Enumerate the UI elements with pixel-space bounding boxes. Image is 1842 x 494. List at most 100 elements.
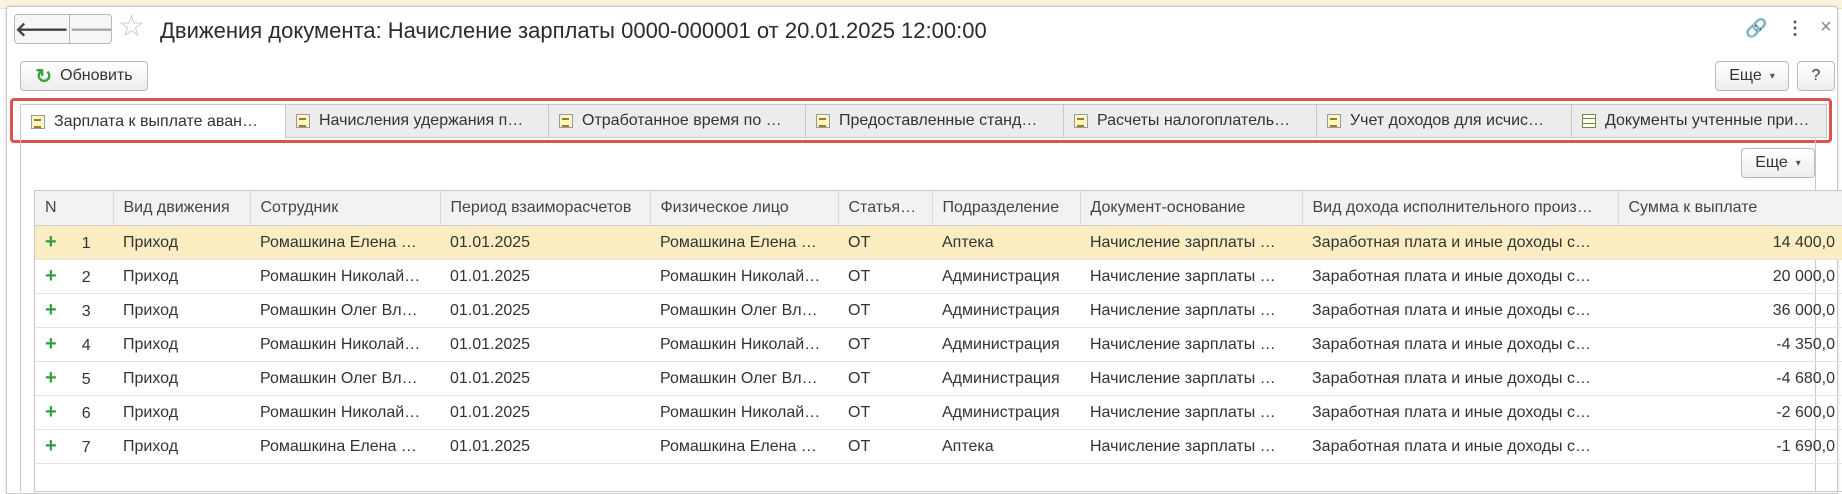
refresh-button[interactable]: ↻ Обновить [20, 61, 148, 91]
column-header[interactable]: Вид движения [113, 191, 251, 226]
cell-employee: Ромашкин Николай… [250, 395, 440, 430]
cell-division: Администрация [932, 293, 1080, 328]
table-icon [1582, 114, 1596, 128]
tab-uchet-dohodov[interactable]: Учет доходов для исчис… [1316, 104, 1571, 138]
cell-income-type: Заработная плата и иные доходы с… [1302, 327, 1618, 362]
column-header[interactable]: Период взаиморасчетов [440, 191, 651, 226]
table-row[interactable]: +3 Приход Ромашкин Олег Вл… 01.01.2025 Р… [35, 293, 1842, 328]
help-label: ? [1811, 67, 1821, 84]
tab-label: Документы учтенные при… [1605, 112, 1810, 129]
navigation-buttons: 🡐 🡒 [14, 14, 112, 44]
cell-division: Администрация [932, 395, 1080, 430]
tab-raschety-nalogoplatelshchikov[interactable]: Расчеты налогоплатель… [1063, 104, 1316, 138]
cell-period: 01.01.2025 [440, 429, 650, 464]
cell-sum: -4 350,0 [1618, 327, 1842, 362]
cell-sum: 14 400,0 [1618, 225, 1842, 260]
cell-sum: 20 000,0 [1618, 259, 1842, 294]
panel-more-button[interactable]: Еще ▾ [1741, 148, 1815, 178]
more-button[interactable]: Еще ▾ [1715, 61, 1789, 91]
close-icon[interactable]: × [1820, 16, 1832, 39]
cell-person: Ромашкин Олег Вл… [650, 361, 838, 396]
cell-income-type: Заработная плата и иные доходы с… [1302, 395, 1618, 430]
cell-base-document: Начисление зарплаты … [1080, 395, 1302, 430]
refresh-icon: ↻ [35, 65, 53, 88]
table-row[interactable]: +7 Приход Ромашкина Елена … 01.01.2025 Р… [35, 429, 1842, 464]
help-button[interactable]: ? [1797, 61, 1835, 91]
tab-zarplata-k-vyplate[interactable]: Зарплата к выплате аван… [20, 104, 285, 140]
column-header[interactable]: Физическое лицо [650, 191, 839, 226]
cell-person: Ромашкин Николай… [650, 259, 838, 294]
table-row[interactable]: +1 Приход Ромашкина Елена … 01.01.2025 Р… [35, 225, 1842, 260]
column-header[interactable]: Сумма к выплате [1618, 191, 1842, 226]
cell-base-document: Начисление зарплаты … [1080, 327, 1302, 362]
cell-employee: Ромашкина Елена … [250, 225, 440, 260]
plus-icon: + [45, 367, 57, 389]
back-arrow-icon[interactable]: 🡐 [15, 15, 70, 43]
table-row[interactable]: +5 Приход Ромашкин Олег Вл… 01.01.2025 Р… [35, 361, 1842, 396]
tab-label: Зарплата к выплате аван… [54, 113, 258, 130]
tab-otrabotannoe-vremya[interactable]: Отработанное время по … [548, 104, 805, 138]
movements-table[interactable]: N Вид движения Сотрудник Период взаимора… [34, 190, 1842, 492]
cell-income-type: Заработная плата и иные доходы с… [1302, 225, 1618, 260]
tab-label: Отработанное время по … [582, 112, 782, 129]
document-icon [816, 114, 830, 128]
more-label: Еще [1729, 67, 1762, 84]
column-header[interactable]: Вид дохода исполнительного произ… [1302, 191, 1619, 226]
cell-movement-type: Приход [113, 225, 250, 260]
column-header[interactable]: Подразделение [932, 191, 1081, 226]
document-icon [1327, 114, 1341, 128]
cell-division: Администрация [932, 327, 1080, 362]
cell-sum: -1 690,0 [1618, 429, 1842, 464]
column-header[interactable]: Сотрудник [250, 191, 441, 226]
plus-icon: + [45, 231, 57, 253]
refresh-label: Обновить [60, 67, 133, 84]
tab-bar: Зарплата к выплате аван… Начисления удер… [20, 104, 1827, 140]
cell-base-document: Начисление зарплаты … [1080, 225, 1302, 260]
row-number-cell: +6 [35, 395, 113, 430]
cell-person: Ромашкин Николай… [650, 395, 838, 430]
cell-person: Ромашкин Николай… [650, 327, 838, 362]
link-icon[interactable]: 🔗 [1745, 18, 1767, 39]
cell-employee: Ромашкин Николай… [250, 327, 440, 362]
row-number-cell: +2 [35, 259, 113, 294]
tab-label: Предоставленные станд… [839, 112, 1038, 129]
row-number-cell: +3 [35, 293, 113, 328]
page-title: Движения документа: Начисление зарплаты … [160, 18, 987, 43]
cell-person: Ромашкина Елена … [650, 225, 838, 260]
star-icon[interactable]: ☆ [118, 10, 145, 44]
cell-employee: Ромашкин Олег Вл… [250, 293, 440, 328]
more-vertical-icon[interactable]: ⋮ [1786, 18, 1804, 39]
chevron-down-icon: ▾ [1795, 157, 1801, 169]
column-header[interactable]: Статья… [838, 191, 933, 226]
cell-base-document: Начисление зарплаты … [1080, 361, 1302, 396]
plus-icon: + [45, 435, 57, 457]
cell-person: Ромашкин Олег Вл… [650, 293, 838, 328]
cell-article: ОТ [838, 429, 932, 464]
plus-icon: + [45, 333, 57, 355]
column-header[interactable]: N [35, 191, 114, 226]
cell-movement-type: Приход [113, 259, 250, 294]
cell-period: 01.01.2025 [440, 225, 650, 260]
plus-icon: + [45, 401, 57, 423]
cell-person: Ромашкина Елена … [650, 429, 838, 464]
table-row[interactable]: +6 Приход Ромашкин Николай… 01.01.2025 Р… [35, 395, 1842, 430]
cell-period: 01.01.2025 [440, 259, 650, 294]
more-label: Еще [1755, 154, 1788, 171]
row-number: 7 [81, 439, 91, 456]
cell-movement-type: Приход [113, 395, 250, 430]
forward-arrow-icon[interactable]: 🡒 [70, 15, 111, 43]
tab-predostavlennye-standartnye[interactable]: Предоставленные станд… [805, 104, 1063, 138]
column-header[interactable]: Документ-основание [1080, 191, 1303, 226]
cell-division: Аптека [932, 429, 1080, 464]
tab-nachisleniya-uderzhaniya[interactable]: Начисления удержания п… [285, 104, 548, 138]
cell-employee: Ромашкина Елена … [250, 429, 440, 464]
row-number: 2 [81, 269, 91, 286]
cell-division: Администрация [932, 361, 1080, 396]
cell-article: ОТ [838, 293, 932, 328]
table-row[interactable]: +2 Приход Ромашкин Николай… 01.01.2025 Р… [35, 259, 1842, 294]
cell-base-document: Начисление зарплаты … [1080, 259, 1302, 294]
document-icon [296, 114, 310, 128]
tab-dokumenty-uchtennye[interactable]: Документы учтенные при… [1571, 104, 1827, 138]
cell-movement-type: Приход [113, 361, 250, 396]
table-row[interactable]: +4 Приход Ромашкин Николай… 01.01.2025 Р… [35, 327, 1842, 362]
